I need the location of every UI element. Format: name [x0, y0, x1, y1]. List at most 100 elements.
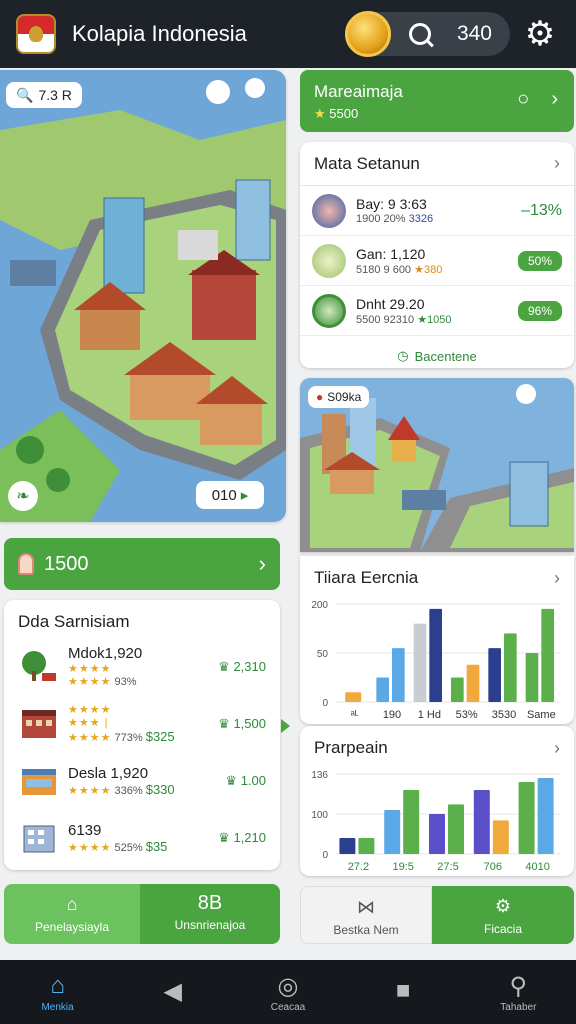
x-tick-label: 27:5: [437, 861, 458, 873]
city-tag-value: S09ka: [327, 390, 362, 404]
y-tick-label: 100: [311, 810, 328, 821]
gear-icon[interactable]: ⚙: [520, 14, 560, 54]
chevron-right-icon[interactable]: ›: [551, 88, 558, 111]
nav-home[interactable]: ⌂ Menkia: [13, 972, 103, 1013]
home-icon: ⌂: [50, 971, 65, 999]
chart-bar: [525, 653, 539, 702]
chart-a-title: Tiiara Eercnia: [314, 568, 419, 587]
tab-settings-label: Ficacia: [483, 922, 522, 936]
city-tag[interactable]: ● S09ka: [308, 386, 370, 408]
shop-icon: [22, 768, 56, 795]
home-icon: ⌂: [66, 894, 78, 914]
stats-header[interactable]: Mata Setanun ›: [300, 142, 574, 186]
park-icon: [312, 293, 346, 328]
search-icon[interactable]: ○: [517, 88, 529, 111]
nav-recent[interactable]: ■: [358, 977, 448, 1007]
list-item-text: ★★★★ ★★★ | ★★★★ 773% $325: [68, 703, 175, 744]
x-tick-label: 53%: [456, 709, 478, 721]
list-item-text: 6139 ★★★★ 525% $35: [68, 822, 167, 854]
population-banner[interactable]: 1500 ›: [4, 538, 280, 590]
map-counter-value: 010: [211, 486, 237, 504]
region-banner[interactable]: Mareaimaja ★ 5500 ○ ›: [300, 70, 574, 132]
stat-text: Dnht 29.20 5500 92310 ★1050: [356, 296, 452, 326]
y-tick-label: 200: [311, 600, 328, 611]
nav-back[interactable]: ◀: [128, 977, 218, 1007]
stat-row[interactable]: Dnht 29.20 5500 92310 ★1050 96%: [300, 286, 574, 336]
list-item-name: 6139: [68, 821, 102, 839]
chart-bar: [429, 608, 442, 702]
stat-main: Dnht 29.20: [356, 295, 425, 312]
list-item-price: ♛ 1.00: [225, 772, 266, 788]
chart-bar: [413, 623, 427, 702]
list-item-text: Desla 1,920 ★★★★ 336% $330: [68, 765, 175, 797]
coin-pill[interactable]: 340: [344, 11, 510, 57]
chevron-right-icon: ›: [258, 551, 266, 576]
stat-sub: 5180 9 600 ★380: [356, 263, 443, 276]
tab-settings[interactable]: ⚙ Ficacia: [432, 886, 574, 944]
play-icon: ▸: [240, 487, 249, 504]
list-item[interactable]: Desla 1,920 ★★★★ 336% $330 ♛ 1.00: [4, 752, 280, 809]
square-icon: ■: [395, 977, 411, 1004]
chart-bar: [384, 810, 401, 854]
chart-a-header[interactable]: Tiiara Eercnia ›: [300, 556, 574, 600]
chart-bar: [492, 820, 509, 854]
chart-a-plot: 200 50 0 ᵃᴸ 190 1 Hd 53% 3530 Same: [311, 600, 560, 721]
chart-b-plot: 136 100 0 27.2 19:5 27:5 706 4010: [311, 770, 560, 873]
nav-search-label: Tahaber: [500, 1001, 537, 1013]
tab-build-icon: 8B: [197, 892, 223, 914]
map-tag-value: 7.3 R: [38, 87, 72, 103]
leaf-icon[interactable]: ❧: [8, 481, 38, 511]
office-icon: [23, 825, 55, 852]
chart-card-a[interactable]: Tiiara Eercnia › 200 50 0 ᵃᴸ 190 1 Hd 53% 3530 S…: [300, 556, 574, 724]
chart-b-header[interactable]: Prarpeain ›: [300, 726, 574, 770]
y-tick-label: 50: [317, 649, 329, 660]
system-nav-bar: ⌂ Menkia ◀ ◎ Ceacaa ■ ⚲ Tahaber: [0, 960, 576, 1024]
list-item-sub: ★★★★ 773% $325: [68, 729, 175, 744]
stat-row[interactable]: Gan: 1,120 5180 9 600 ★380 50%: [300, 236, 574, 286]
stat-main: Bay: 9 3:63: [356, 196, 427, 212]
stat-row[interactable]: Bay: 9 3:63 1900 20% 3326 –13%: [300, 186, 574, 236]
star-icon: ★: [314, 106, 326, 121]
map-level-tag[interactable]: 🔍 7.3 R: [6, 82, 82, 108]
stat-sub: 1900 20% 3326: [356, 213, 434, 225]
list-item[interactable]: Mdok1,920 ★★★★ ★★★★ 93% ♛ 2,310: [4, 638, 280, 695]
app-logo: [16, 14, 56, 54]
nav-search[interactable]: ⚲ Tahaber: [473, 972, 563, 1013]
stat-badge: 96%: [517, 300, 562, 321]
x-tick-label: ᵃᴸ: [351, 709, 359, 721]
clock-icon: ◷: [397, 348, 409, 363]
list-item-price: ♛ 1,210: [218, 829, 266, 845]
nav-center[interactable]: ◎ Ceacaa: [243, 972, 333, 1013]
y-tick-label: 136: [311, 770, 328, 781]
pin-icon: ●: [316, 390, 324, 404]
list-item-name: Desla 1,920: [68, 764, 149, 782]
y-tick-label: 0: [322, 698, 328, 709]
chart-bar: [537, 778, 554, 854]
stats-title: Mata Setanun: [314, 153, 420, 173]
chart-bar: [504, 633, 517, 702]
building-list: Dda Sarnisiam Mdok1,920 ★★★★ ★★★★ 93% ♛ …: [4, 600, 280, 870]
chart-bar: [488, 648, 501, 702]
x-tick-label: 27.2: [348, 861, 369, 873]
app-title: Kolapia Indonesia: [72, 21, 247, 46]
tab-news-label: Bestka Nem: [333, 923, 399, 937]
city-map[interactable]: 🔍 7.3 R: [0, 70, 286, 522]
city-preview[interactable]: ● S09ka: [300, 378, 574, 552]
map-illustration: [0, 70, 286, 522]
gear-icon: ⚙: [494, 896, 512, 916]
chart-card-b[interactable]: Prarpeain › 136 100 0 27.2 19:5 27:5 706 4010: [300, 726, 574, 876]
search-icon[interactable]: [408, 23, 431, 45]
chart-bar: [392, 648, 405, 702]
map-counter-badge[interactable]: 010 ▸: [196, 481, 264, 509]
stat-change: –13%: [521, 201, 562, 219]
list-item[interactable]: 6139 ★★★★ 525% $35 ♛ 1,210: [4, 809, 280, 866]
list-item[interactable]: ★★★★ ★★★ | ★★★★ 773% $325 ♛ 1,500: [4, 695, 280, 752]
x-tick-label: 190: [383, 709, 401, 721]
chart-bar: [518, 782, 535, 854]
tab-home[interactable]: ⌂ Penelaysiayla: [4, 884, 140, 944]
stats-link[interactable]: ◷ Bacentene: [300, 336, 574, 368]
chart-bar: [473, 790, 490, 854]
coin-icon: [344, 11, 391, 57]
tab-news[interactable]: ⋈ Bestka Nem: [300, 886, 432, 944]
tab-build[interactable]: 8B Unsnrienajoa: [140, 884, 280, 944]
